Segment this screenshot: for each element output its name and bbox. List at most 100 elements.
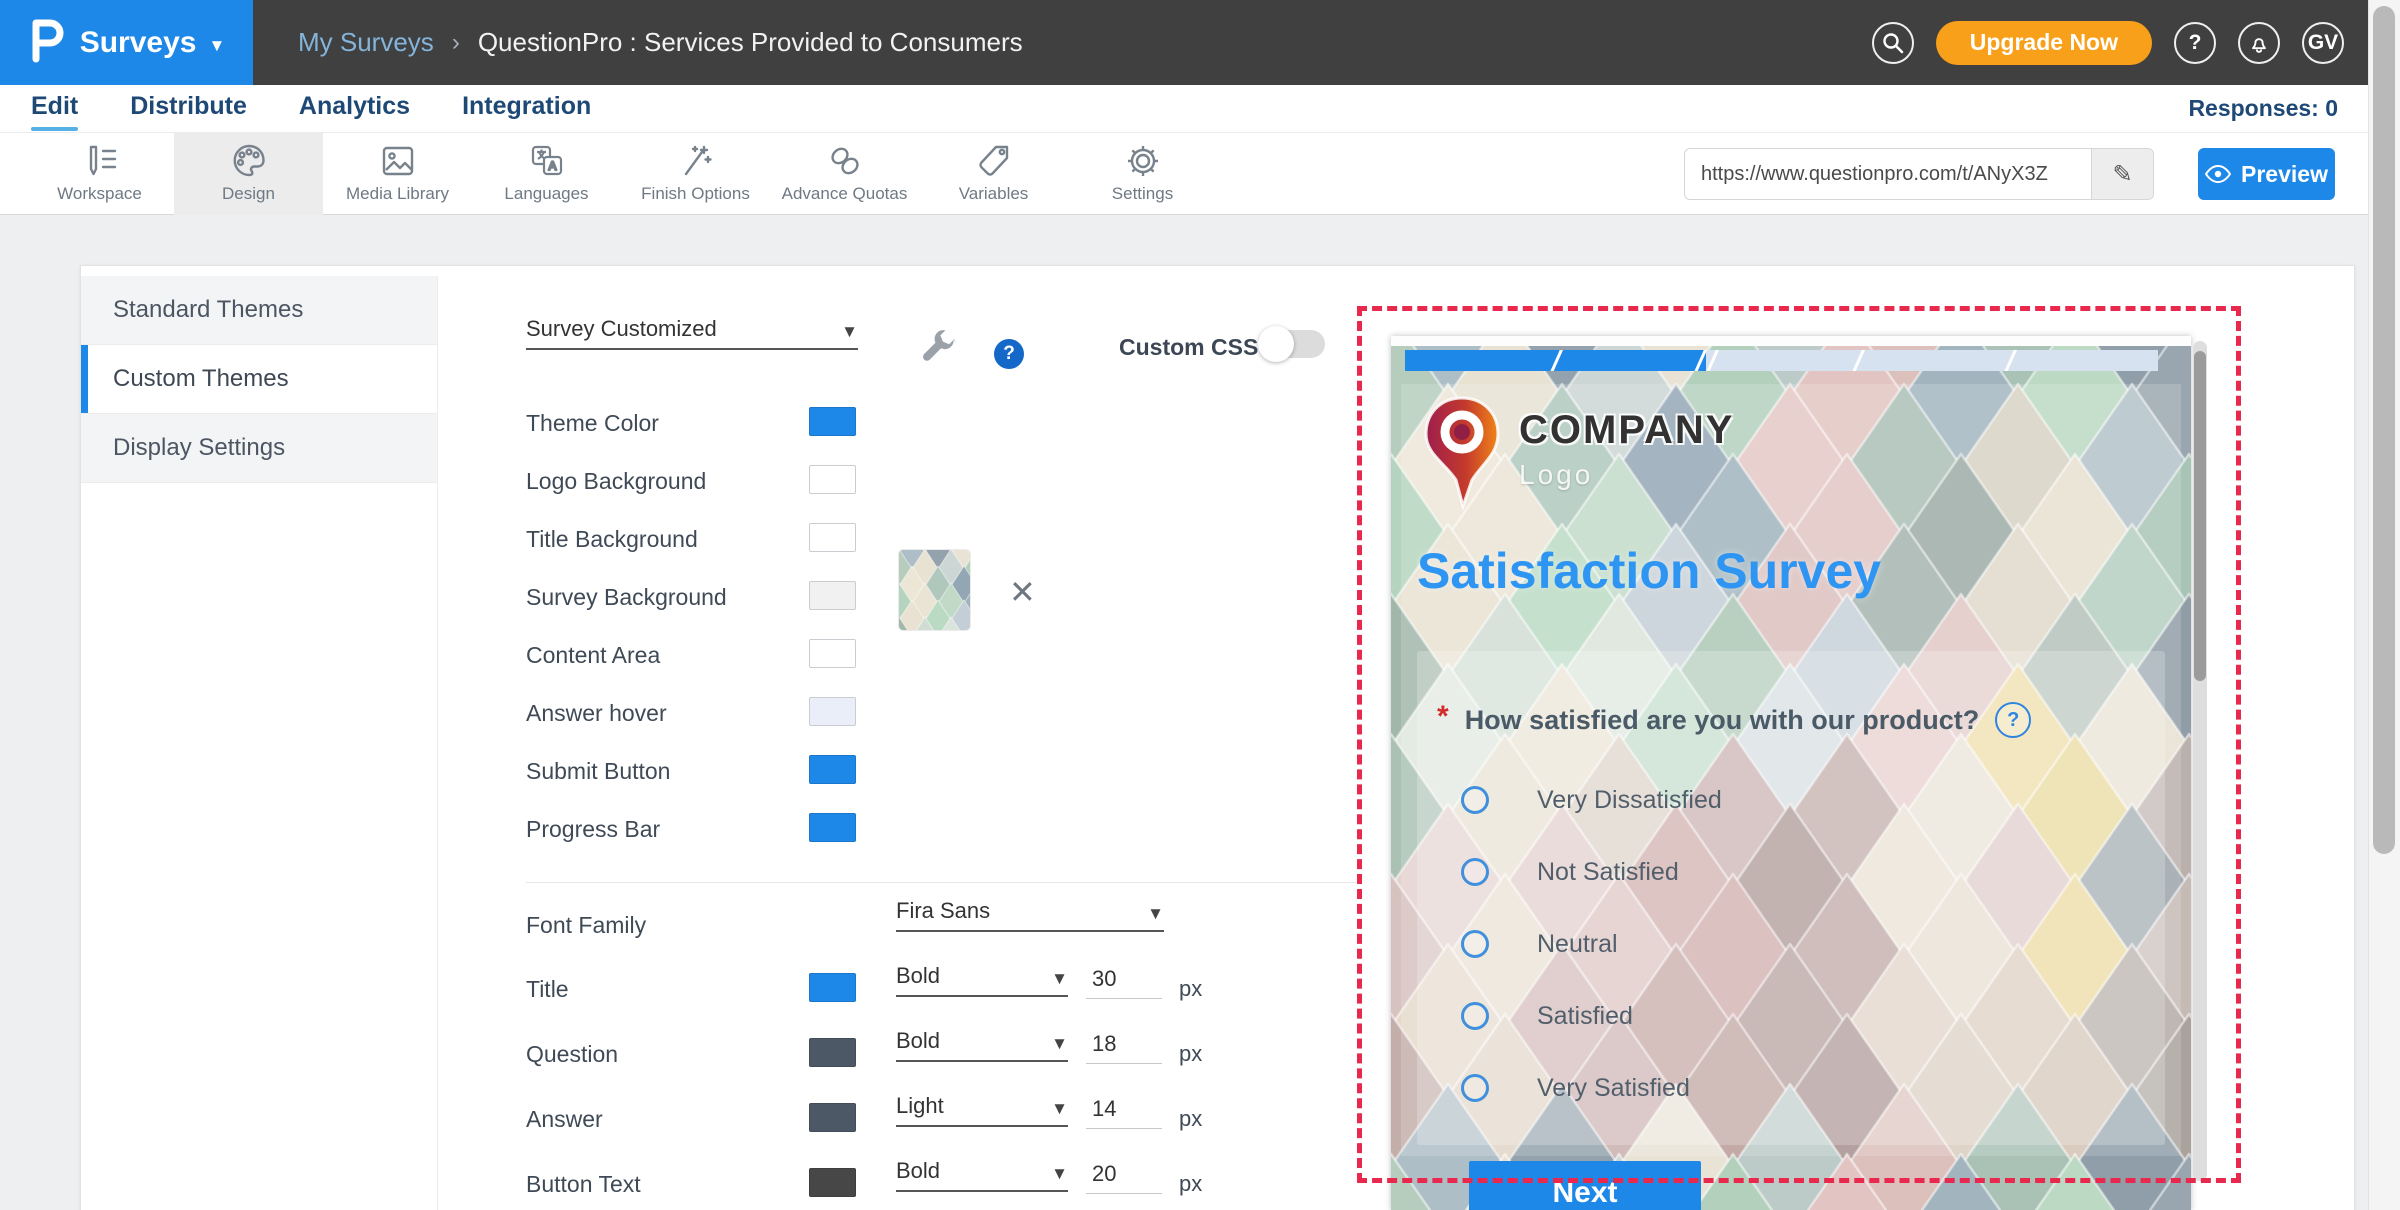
breadcrumb-parent-link[interactable]: My Surveys xyxy=(298,27,434,58)
tool-label: Media Library xyxy=(346,184,449,204)
question-color-swatch[interactable] xyxy=(809,1038,856,1067)
company-logo: COMPANY Logo xyxy=(1419,394,1734,514)
location-pin-icon xyxy=(1419,394,1505,514)
tool-label: Settings xyxy=(1112,184,1173,204)
preview-scrollbar[interactable] xyxy=(2193,341,2207,1181)
theme-color-swatch[interactable] xyxy=(809,407,856,436)
search-button[interactable] xyxy=(1872,22,1914,64)
progress-segment-divider xyxy=(1850,350,1867,371)
question-size-input[interactable]: 18 xyxy=(1086,1031,1162,1064)
tab-distribute[interactable]: Distribute xyxy=(130,92,247,125)
progress-bar-swatch[interactable] xyxy=(809,813,856,842)
notifications-button[interactable] xyxy=(2238,22,2280,64)
tool-variables[interactable]: Variables xyxy=(919,133,1068,215)
submit-button-swatch[interactable] xyxy=(809,755,856,784)
question-text: How satisfied are you with our product? xyxy=(1465,705,1980,736)
chevron-down-icon: ▼ xyxy=(1051,969,1068,989)
preview-scrollbar-thumb[interactable] xyxy=(2194,351,2206,681)
wrench-icon xyxy=(923,330,956,361)
custom-css-toggle[interactable] xyxy=(1261,330,1325,358)
next-button[interactable]: Next xyxy=(1469,1161,1701,1210)
button-text-size-input[interactable]: 20 xyxy=(1086,1161,1162,1194)
chain-link-icon xyxy=(826,143,864,179)
page-scrollbar-thumb[interactable] xyxy=(2373,6,2395,854)
bell-icon xyxy=(2247,31,2271,55)
tab-integration[interactable]: Integration xyxy=(462,92,591,125)
radio-button-icon[interactable] xyxy=(1461,858,1489,886)
tool-media-library[interactable]: Media Library xyxy=(323,133,472,215)
button-text-weight-select[interactable]: Bold▼ xyxy=(896,1158,1068,1192)
questionpro-logo-icon xyxy=(28,15,68,70)
answer-size-input[interactable]: 14 xyxy=(1086,1096,1162,1129)
preview-button[interactable]: Preview xyxy=(2198,148,2335,200)
sidebar-item-custom-themes[interactable]: Custom Themes xyxy=(81,345,437,414)
radio-button-icon[interactable] xyxy=(1461,1002,1489,1030)
radio-button-icon[interactable] xyxy=(1461,1074,1489,1102)
tool-design[interactable]: Design xyxy=(174,133,323,215)
color-row-label: Theme Color xyxy=(526,410,659,437)
tool-advance-quotas[interactable]: Advance Quotas xyxy=(770,133,919,215)
answer-option[interactable]: Neutral xyxy=(1461,908,1722,980)
theme-tools-button[interactable] xyxy=(919,328,961,375)
sidebar-item-display-settings[interactable]: Display Settings xyxy=(81,414,437,483)
content-area-swatch[interactable] xyxy=(809,639,856,668)
top-bar: Surveys ▼ My Surveys › QuestionPro : Ser… xyxy=(0,0,2400,85)
color-row-label: Answer hover xyxy=(526,700,667,727)
title-size-input[interactable]: 30 xyxy=(1086,966,1162,999)
answer-hover-swatch[interactable] xyxy=(809,697,856,726)
sidebar-item-standard-themes[interactable]: Standard Themes xyxy=(81,276,437,345)
upgrade-now-button[interactable]: Upgrade Now xyxy=(1936,21,2152,65)
chevron-down-icon: ▼ xyxy=(841,322,858,342)
button-text-color-swatch[interactable] xyxy=(809,1168,856,1197)
question-weight-select[interactable]: Bold▼ xyxy=(896,1028,1068,1062)
survey-url-value[interactable]: https://www.questionpro.com/t/ANyX3Z xyxy=(1685,163,2091,186)
remove-background-button[interactable]: ✕ xyxy=(1009,576,1036,608)
tab-edit[interactable]: Edit xyxy=(31,92,78,125)
answer-option[interactable]: Very Satisfied xyxy=(1461,1052,1722,1124)
font-family-select[interactable]: Fira Sans ▼ xyxy=(896,898,1164,932)
page-scrollbar[interactable] xyxy=(2368,0,2400,1210)
answer-color-swatch[interactable] xyxy=(809,1103,856,1132)
answer-option[interactable]: Satisfied xyxy=(1461,980,1722,1052)
color-row-label: Progress Bar xyxy=(526,816,660,843)
font-family-value: Fira Sans xyxy=(896,898,990,924)
answer-option-label: Very Dissatisfied xyxy=(1537,786,1722,815)
unit-label: px xyxy=(1179,976,1202,1002)
survey-url-field[interactable]: https://www.questionpro.com/t/ANyX3Z ✎ xyxy=(1684,148,2154,200)
help-button[interactable]: ? xyxy=(2174,22,2216,64)
edit-url-button[interactable]: ✎ xyxy=(2091,149,2153,199)
weight-value: Bold xyxy=(896,1028,940,1054)
answer-options-list: Very Dissatisfied Not SatisfiedNeutralSat… xyxy=(1461,764,1722,1124)
tab-analytics[interactable]: Analytics xyxy=(299,92,410,125)
answer-option[interactable]: Very Dissatisfied xyxy=(1461,764,1722,836)
required-asterisk: * xyxy=(1437,700,1449,734)
weight-value: Light xyxy=(896,1093,944,1119)
survey-background-thumbnail[interactable] xyxy=(899,550,970,630)
chevron-down-icon: ▼ xyxy=(1051,1099,1068,1119)
answer-option[interactable]: Not Satisfied xyxy=(1461,836,1722,908)
font-row-label: Title xyxy=(526,976,569,1003)
tool-finish-options[interactable]: Finish Options xyxy=(621,133,770,215)
radio-button-icon[interactable] xyxy=(1461,786,1489,814)
themes-sidebar: Standard Themes Custom Themes Display Se… xyxy=(81,276,438,1210)
theme-help-button[interactable]: ? xyxy=(994,339,1024,369)
radio-button-icon[interactable] xyxy=(1461,930,1489,958)
product-menu[interactable]: Surveys ▼ xyxy=(0,0,253,85)
tool-workspace[interactable]: Workspace xyxy=(25,133,174,215)
title-background-swatch[interactable] xyxy=(809,523,856,552)
gear-icon xyxy=(1124,143,1162,179)
question-help-icon[interactable]: ? xyxy=(1995,702,2031,738)
theme-select[interactable]: Survey Customized ▼ xyxy=(526,316,858,350)
tool-label: Finish Options xyxy=(641,184,750,204)
tool-settings[interactable]: Settings xyxy=(1068,133,1217,215)
product-menu-label: Surveys xyxy=(80,26,197,60)
survey-background-swatch[interactable] xyxy=(809,581,856,610)
survey-preview: COMPANY Logo Satisfaction Survey * How s… xyxy=(1391,336,2191,1210)
tool-languages[interactable]: A Languages xyxy=(472,133,621,215)
logo-background-swatch[interactable] xyxy=(809,465,856,494)
answer-weight-select[interactable]: Light ▼ xyxy=(896,1093,1068,1127)
title-weight-select[interactable]: Bold▼ xyxy=(896,963,1068,997)
color-row-label: Title Background xyxy=(526,526,698,553)
title-color-swatch[interactable] xyxy=(809,973,856,1002)
avatar[interactable]: GV xyxy=(2302,22,2344,64)
